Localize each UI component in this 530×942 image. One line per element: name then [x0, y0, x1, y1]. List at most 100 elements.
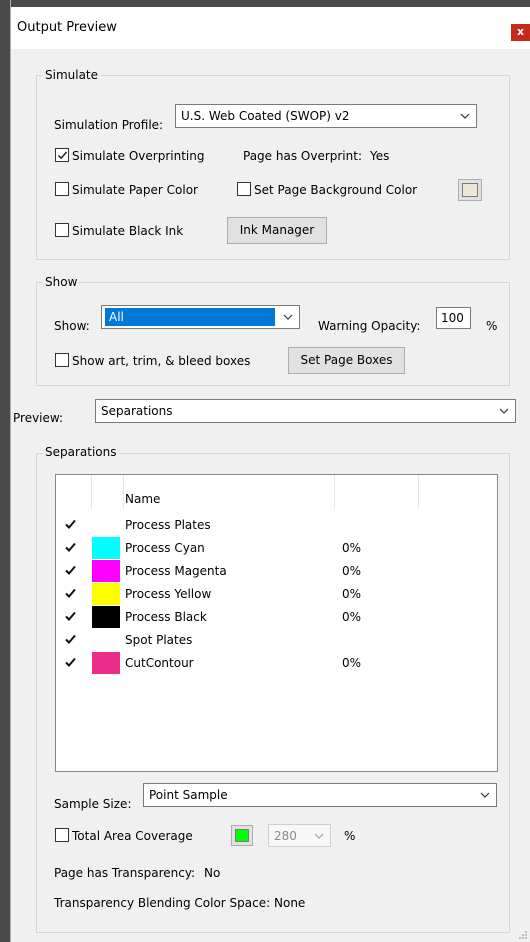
- separation-coverage: 0%: [342, 656, 362, 670]
- output-preview-dialog: Output Preview x Simulate Simulation Pro…: [11, 7, 530, 942]
- simulate-black-ink-checkbox[interactable]: [55, 223, 69, 237]
- blending-space-label: Transparency Blending Color Space:: [54, 896, 271, 910]
- checkmark-icon: [65, 519, 76, 529]
- separations-list-header: Name: [56, 475, 497, 509]
- tac-value-select[interactable]: 280: [268, 824, 331, 847]
- show-select[interactable]: All: [101, 305, 300, 329]
- checkmark-icon: [65, 657, 76, 667]
- total-area-coverage-label: Total Area Coverage: [72, 829, 193, 843]
- separation-coverage: 0%: [342, 541, 362, 555]
- page-background-color-swatch: [462, 183, 478, 197]
- table-row[interactable]: Process Magenta 0%: [56, 560, 497, 583]
- sample-size-label: Sample Size:: [54, 797, 132, 811]
- blending-space-value: None: [274, 896, 306, 910]
- table-row[interactable]: Process Plates: [56, 514, 497, 537]
- simulate-overprinting-label: Simulate Overprinting: [72, 149, 205, 163]
- separation-name: Process Yellow: [125, 587, 212, 601]
- table-row[interactable]: CutContour 0%: [56, 652, 497, 675]
- separation-color-swatch: [92, 537, 120, 559]
- page-overprint-label: Page has Overprint:: [243, 149, 362, 163]
- separation-visibility-checkbox[interactable]: [64, 587, 77, 600]
- warning-opacity-input[interactable]: 100: [436, 307, 471, 329]
- title-bar[interactable]: Output Preview x: [11, 7, 530, 49]
- window-title: Output Preview: [17, 20, 117, 35]
- tac-color-swatch: [235, 829, 249, 842]
- separation-name: Process Magenta: [125, 564, 227, 578]
- preview-label: Preview:: [13, 411, 64, 425]
- chevron-down-icon: [314, 833, 324, 839]
- separations-group-label: Separations: [43, 445, 119, 459]
- preview-select[interactable]: Separations: [95, 399, 516, 423]
- window-frame-left: [0, 0, 10, 942]
- checkmark-icon: [65, 634, 76, 644]
- separation-name: Spot Plates: [125, 633, 193, 647]
- tac-value: 280: [274, 829, 297, 843]
- tac-color-button[interactable]: [231, 825, 253, 846]
- separation-name: CutContour: [125, 656, 194, 670]
- set-page-background-label: Set Page Background Color: [254, 183, 418, 197]
- separation-name: Process Cyan: [125, 541, 205, 555]
- checkmark-icon: [65, 588, 76, 598]
- separation-visibility-checkbox[interactable]: [64, 656, 77, 669]
- show-boxes-label: Show art, trim, & bleed boxes: [72, 354, 251, 368]
- show-group: [36, 282, 510, 386]
- close-button[interactable]: x: [511, 24, 530, 41]
- separation-visibility-checkbox[interactable]: [64, 610, 77, 623]
- simulate-overprinting-checkbox[interactable]: [55, 148, 69, 162]
- resize-grip-icon[interactable]: [518, 930, 528, 940]
- page-background-color-button[interactable]: [458, 179, 482, 201]
- column-separator: [91, 475, 92, 509]
- separation-color-swatch: [92, 583, 120, 605]
- show-group-label: Show: [43, 275, 80, 289]
- preview-value: Separations: [101, 404, 173, 418]
- simulate-paper-color-label: Simulate Paper Color: [72, 183, 198, 197]
- simulate-black-ink-label: Simulate Black Ink: [72, 224, 184, 238]
- page-transparency-label: Page has Transparency:: [54, 866, 196, 880]
- separation-color-swatch: [92, 606, 120, 628]
- chevron-down-icon: [499, 408, 509, 414]
- separation-name: Process Plates: [125, 518, 211, 532]
- simulation-profile-value: U.S. Web Coated (SWOP) v2: [181, 109, 350, 123]
- table-row[interactable]: Process Cyan 0%: [56, 537, 497, 560]
- column-separator: [418, 475, 419, 509]
- table-row[interactable]: Spot Plates: [56, 629, 497, 652]
- column-separator: [123, 475, 124, 509]
- warning-opacity-label: Warning Opacity:: [318, 319, 421, 333]
- checkmark-icon: [65, 542, 76, 552]
- separation-color-swatch: [92, 560, 120, 582]
- checkmark-icon: [57, 151, 68, 160]
- separation-visibility-checkbox[interactable]: [64, 633, 77, 646]
- separations-list[interactable]: Name Process Plates Process Cyan 0% Process…: [55, 474, 498, 772]
- show-label: Show:: [54, 319, 90, 333]
- sample-size-value: Point Sample: [149, 788, 228, 802]
- separation-visibility-checkbox[interactable]: [64, 518, 77, 531]
- separation-visibility-checkbox[interactable]: [64, 564, 77, 577]
- separation-coverage: 0%: [342, 564, 362, 578]
- total-area-coverage-checkbox[interactable]: [55, 828, 69, 842]
- separation-coverage: 0%: [342, 610, 362, 624]
- ink-manager-button[interactable]: Ink Manager: [227, 217, 327, 244]
- window-frame-top: [0, 0, 530, 7]
- simulation-profile-select[interactable]: U.S. Web Coated (SWOP) v2: [175, 104, 477, 128]
- chevron-down-icon: [283, 314, 293, 320]
- show-boxes-checkbox[interactable]: [55, 353, 69, 367]
- separation-color-swatch: [92, 652, 120, 674]
- page-overprint-value: Yes: [370, 149, 390, 163]
- set-page-boxes-button[interactable]: Set Page Boxes: [288, 347, 405, 374]
- set-page-background-checkbox[interactable]: [237, 182, 251, 196]
- simulation-profile-label: Simulation Profile:: [54, 118, 164, 132]
- column-separator: [334, 475, 335, 509]
- name-column-header[interactable]: Name: [125, 492, 160, 506]
- checkmark-icon: [65, 611, 76, 621]
- simulate-paper-color-checkbox[interactable]: [55, 182, 69, 196]
- table-row[interactable]: Process Black 0%: [56, 606, 497, 629]
- sample-size-select[interactable]: Point Sample: [143, 783, 497, 807]
- warning-opacity-percent: %: [486, 319, 498, 333]
- tac-percent: %: [344, 829, 356, 843]
- warning-opacity-value: 100: [441, 311, 464, 325]
- separation-visibility-checkbox[interactable]: [64, 541, 77, 554]
- page-transparency-value: No: [204, 866, 221, 880]
- separation-coverage: 0%: [342, 587, 362, 601]
- chevron-down-icon: [480, 792, 490, 798]
- table-row[interactable]: Process Yellow 0%: [56, 583, 497, 606]
